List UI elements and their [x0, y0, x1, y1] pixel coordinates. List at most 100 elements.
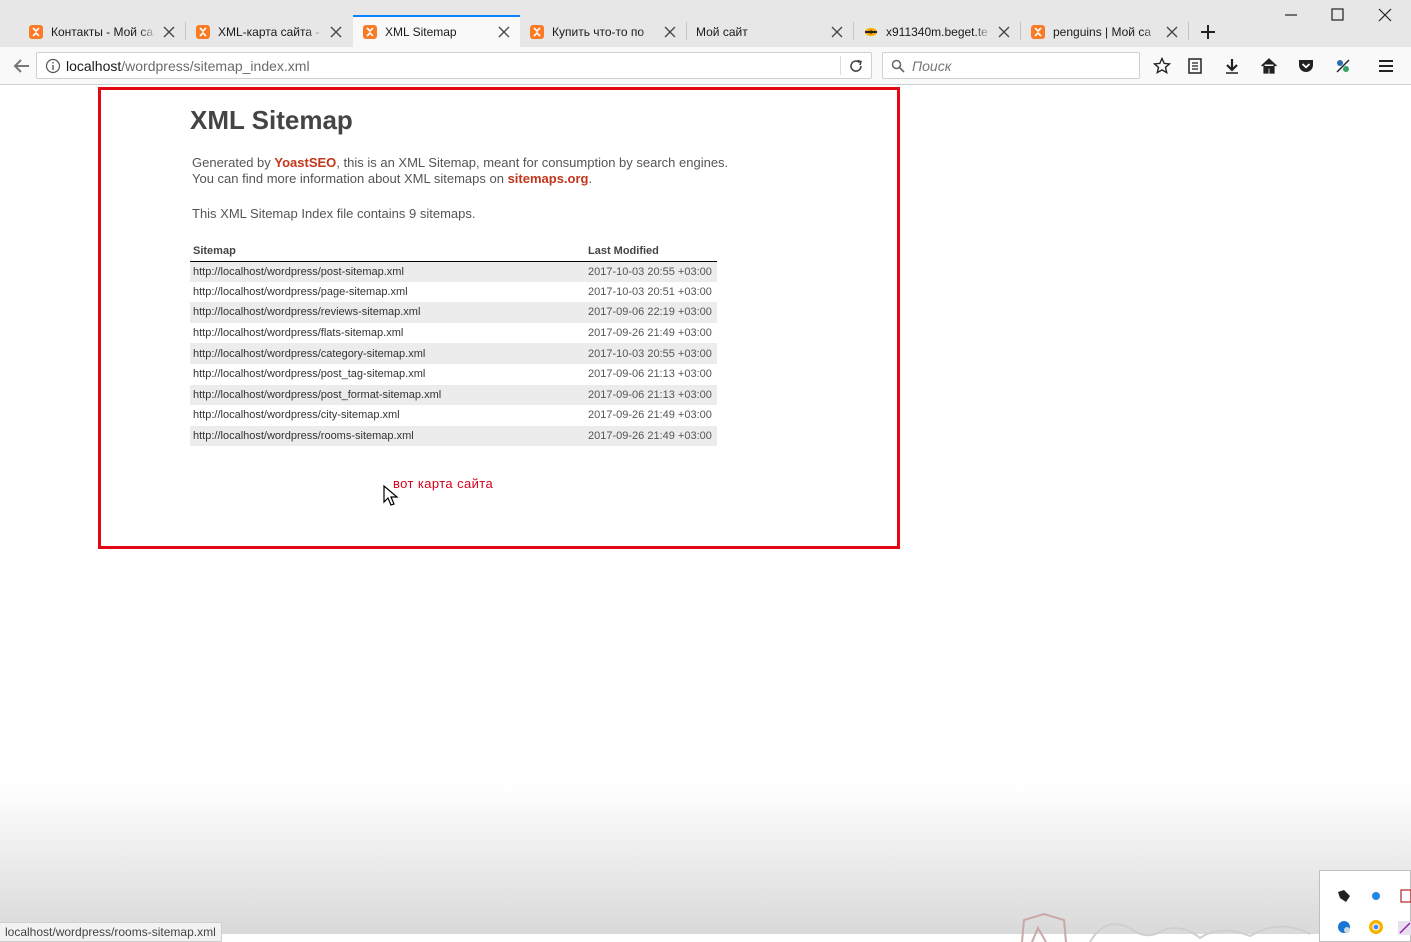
tab-title: x911340m.beget.te [886, 25, 992, 39]
bookmark-star-icon[interactable] [1152, 56, 1172, 75]
sitemap-link[interactable]: http://localhost/wordpress/page-sitemap.… [190, 282, 585, 303]
tab-title: penguins | Мой са [1053, 25, 1160, 39]
table-row: http://localhost/wordpress/rooms-sitemap… [190, 425, 717, 447]
maximize-icon[interactable] [1327, 6, 1347, 24]
reading-list-icon[interactable] [1186, 57, 1204, 75]
xampp-icon [28, 24, 44, 40]
page-title: XML Sitemap [190, 105, 353, 135]
mouse-cursor-icon [383, 484, 399, 507]
last-modified-cell: 2017-10-03 20:51 +03:00 [588, 285, 712, 298]
sitemap-link[interactable]: http://localhost/wordpress/category-site… [190, 343, 585, 364]
search-icon [891, 59, 905, 73]
url-path: /wordpress/sitemap_index.xml [121, 57, 310, 74]
new-tab-button[interactable] [1198, 22, 1218, 42]
yoastseo-link[interactable]: YoastSEO [274, 155, 336, 170]
minimize-icon[interactable] [1281, 6, 1301, 24]
intro-text-segment: Generated by [192, 155, 275, 170]
page-content: XML Sitemap Generated by YoastSEO, this … [0, 86, 1411, 934]
table-row: http://localhost/wordpress/city-sitemap.… [190, 405, 717, 426]
tab-separator [1188, 22, 1189, 40]
last-modified-cell: 2017-09-26 21:49 +03:00 [588, 409, 712, 422]
tray-app-icon[interactable] [1336, 888, 1352, 904]
sitemap-table: Sitemap Last Modified http://localhost/w… [190, 242, 717, 447]
table-row: http://localhost/wordpress/post-sitemap.… [190, 261, 717, 282]
table-row: http://localhost/wordpress/reviews-sitem… [190, 302, 717, 323]
url-divider [840, 56, 841, 75]
window-close-icon[interactable] [1375, 6, 1395, 24]
tab-contacts[interactable]: Контакты - Мой са [19, 17, 185, 47]
xampp-icon [362, 24, 378, 40]
tray-network-icon[interactable] [1336, 919, 1352, 935]
tab-xml-map[interactable]: XML-карта сайта - [186, 17, 352, 47]
tab-xml-sitemap[interactable]: XML Sitemap [353, 15, 520, 47]
reload-icon[interactable] [848, 58, 864, 74]
watermark-logo [1010, 910, 1340, 942]
column-header-sitemap: Sitemap [190, 242, 585, 262]
last-modified-cell: 2017-09-06 21:13 +03:00 [588, 368, 712, 381]
tab-title: XML Sitemap [385, 25, 492, 39]
tray-document-icon[interactable] [1398, 888, 1411, 904]
sitemap-link[interactable]: http://localhost/wordpress/city-sitemap.… [190, 405, 585, 426]
tab-penguins[interactable]: penguins | Мой са [1021, 17, 1188, 47]
tray-bluetooth-icon[interactable] [1368, 888, 1384, 904]
last-modified-cell: 2017-09-06 22:19 +03:00 [585, 302, 717, 323]
intro-text-segment: , this is an XML Sitemap, meant for cons… [336, 155, 729, 170]
xampp-icon [529, 24, 545, 40]
close-icon[interactable] [829, 24, 845, 40]
system-tray-popup [1319, 870, 1411, 942]
intro-line-1: Generated by YoastSEO, this is an XML Si… [192, 155, 728, 171]
last-modified-cell: 2017-09-26 21:49 +03:00 [585, 425, 717, 447]
sitemap-link[interactable]: http://localhost/wordpress/post_format-s… [190, 384, 585, 406]
xampp-icon [195, 24, 211, 40]
back-arrow-icon[interactable] [12, 57, 32, 75]
tab-beget[interactable]: x911340m.beget.te [854, 17, 1020, 47]
close-icon[interactable] [496, 24, 512, 40]
menu-hamburger-icon[interactable] [1377, 57, 1395, 75]
download-icon[interactable] [1223, 57, 1241, 75]
last-modified-cell: 2017-09-06 21:13 +03:00 [585, 384, 717, 406]
column-header-last-modified: Last Modified [585, 242, 717, 262]
close-icon[interactable] [662, 24, 678, 40]
info-icon[interactable] [45, 58, 61, 74]
last-modified-cell: 2017-09-26 21:49 +03:00 [588, 327, 712, 340]
close-icon[interactable] [1164, 24, 1180, 40]
sitemap-link[interactable]: http://localhost/wordpress/flats-sitemap… [190, 323, 585, 344]
sitemaps-org-link[interactable]: sitemaps.org [508, 171, 589, 186]
close-icon[interactable] [996, 24, 1012, 40]
sitemap-link[interactable]: http://localhost/wordpress/rooms-sitemap… [190, 425, 585, 447]
table-row: http://localhost/wordpress/page-sitemap.… [190, 282, 717, 303]
tab-buy[interactable]: Купить что-то по [520, 17, 686, 47]
status-bar: localhost/wordpress/rooms-sitemap.xml [0, 922, 222, 942]
tab-my-site[interactable]: Мой сайт [687, 17, 853, 47]
url-text[interactable]: localhost/wordpress/sitemap_index.xml [66, 58, 310, 74]
sitemap-count-text: This XML Sitemap Index file contains 9 s… [192, 206, 476, 221]
close-icon[interactable] [328, 24, 344, 40]
extension-icon[interactable] [1334, 57, 1352, 75]
table-row: http://localhost/wordpress/post_format-s… [190, 384, 717, 406]
last-modified-cell: 2017-10-03 20:55 +03:00 [585, 261, 717, 282]
intro-text-segment: You can find more information about XML … [192, 171, 508, 186]
sitemap-link[interactable]: http://localhost/wordpress/post-sitemap.… [190, 261, 585, 282]
tab-title: Контакты - Мой са [51, 25, 157, 39]
home-icon[interactable] [1260, 57, 1278, 75]
search-placeholder: Поиск [912, 57, 952, 74]
pocket-icon[interactable] [1297, 57, 1315, 75]
beget-icon [863, 24, 879, 40]
navigation-toolbar: localhost/wordpress/sitemap_index.xml По… [0, 47, 1411, 85]
tray-chrome-icon[interactable] [1368, 919, 1384, 935]
tab-title: Мой сайт [696, 25, 825, 39]
table-row: http://localhost/wordpress/flats-sitemap… [190, 323, 717, 344]
sitemap-link[interactable]: http://localhost/wordpress/post_tag-site… [190, 364, 585, 385]
intro-text-segment: . [588, 171, 593, 186]
search-bar[interactable]: Поиск [882, 52, 1140, 79]
tab-title: Купить что-то по [552, 25, 658, 39]
close-icon[interactable] [161, 24, 177, 40]
intro-line-2: You can find more information about XML … [192, 171, 728, 187]
annotation-text: вот карта сайта [393, 476, 494, 491]
tray-pen-icon[interactable] [1396, 919, 1411, 935]
tab-strip: Контакты - Мой са XML-карта сайта - XML … [0, 0, 1411, 47]
table-row: http://localhost/wordpress/post_tag-site… [190, 364, 717, 385]
sitemap-link[interactable]: http://localhost/wordpress/reviews-sitem… [190, 302, 585, 323]
address-bar[interactable]: localhost/wordpress/sitemap_index.xml [36, 52, 872, 79]
browser-window: Контакты - Мой са XML-карта сайта - XML … [0, 0, 1411, 942]
